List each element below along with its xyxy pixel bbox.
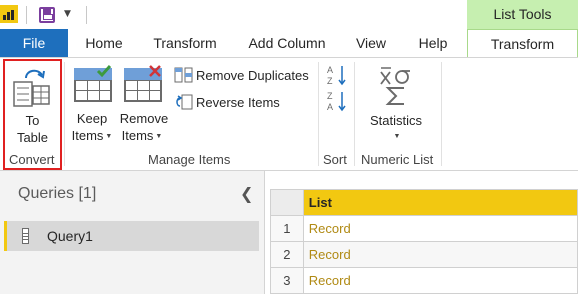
customize-quick-access-dropdown-icon[interactable]: ▼ [64, 9, 71, 19]
table-row: 1 Record [270, 215, 578, 242]
group-separator [441, 62, 442, 166]
sort-group-label: Sort [323, 152, 347, 167]
reverse-items-button[interactable]: Reverse Items [172, 93, 282, 113]
chevron-down-icon: ▼ [155, 133, 163, 141]
statistics-button[interactable]: Statistics ▼ [364, 60, 428, 146]
sort-descending-icon: Z A [327, 91, 346, 112]
row-number-header[interactable] [270, 189, 304, 216]
ribbon-tabs: File Home Transform Add Column View Help… [0, 29, 578, 58]
data-preview-grid: List 1 Record 2 Record 3 Record [264, 171, 578, 294]
column-header-list[interactable]: List [302, 189, 578, 216]
svg-text:A: A [327, 102, 333, 112]
numeric-list-group-label: Numeric List [361, 152, 434, 167]
tab-help[interactable]: Help [410, 29, 456, 57]
svg-text:Z: Z [327, 76, 333, 86]
tab-add-column[interactable]: Add Column [240, 29, 334, 57]
keep-items-label-line1: Keep [76, 111, 108, 126]
checkmark-icon [96, 65, 112, 78]
power-bi-app-icon [0, 5, 18, 23]
ribbon: To Table Convert Keep Items ▼ Remove Item… [0, 57, 578, 171]
row-number: 3 [270, 267, 304, 294]
chevron-down-icon: ▼ [105, 133, 113, 141]
tab-file[interactable]: File [0, 29, 68, 57]
quick-access-separator [26, 6, 27, 24]
query-label: Query1 [47, 228, 93, 244]
row-number: 1 [270, 215, 304, 242]
remove-duplicates-button[interactable]: Remove Duplicates [172, 66, 312, 86]
queries-pane: Queries [1] ❮ Query1 [0, 171, 264, 294]
query-list-icon [22, 228, 29, 244]
group-separator [354, 62, 355, 166]
chevron-down-icon: ▼ [393, 133, 401, 141]
list-table: List 1 Record 2 Record 3 Record [270, 189, 578, 294]
save-icon[interactable] [39, 7, 55, 23]
record-link[interactable]: Record [302, 215, 578, 242]
remove-duplicates-label: Remove Duplicates [196, 68, 309, 83]
group-separator [64, 62, 65, 166]
remove-x-icon [149, 65, 161, 77]
remove-items-label-line2-wrap: Items ▼ [118, 127, 166, 145]
keep-items-label-line2: Items [71, 128, 104, 143]
table-row: 3 Record [270, 267, 578, 294]
remove-duplicates-icon [174, 67, 193, 83]
queries-pane-title: Queries [1] [18, 185, 97, 202]
tab-transform[interactable]: Transform [146, 29, 224, 57]
keep-items-button[interactable]: Keep Items ▼ [70, 60, 116, 146]
reverse-items-label: Reverse Items [196, 95, 280, 110]
sort-descending-button[interactable]: Z A [326, 90, 348, 112]
keep-items-label-line2-wrap: Items ▼ [70, 127, 114, 145]
manage-items-group-label: Manage Items [148, 152, 231, 167]
query-list-item[interactable]: Query1 [4, 221, 259, 251]
row-number: 2 [270, 241, 304, 268]
svg-text:Z: Z [327, 91, 333, 101]
tab-list-transform[interactable]: Transform [467, 29, 578, 58]
record-link[interactable]: Record [302, 267, 578, 294]
sort-ascending-icon: A Z [327, 65, 346, 86]
quick-access-separator [86, 6, 87, 24]
statistics-sigma-icon [380, 67, 410, 105]
remove-items-label-line2: Items [121, 128, 154, 143]
table-row: 2 Record [270, 241, 578, 268]
remove-items-button[interactable]: Remove Items ▼ [118, 60, 170, 146]
svg-text:A: A [327, 65, 333, 75]
tab-home[interactable]: Home [76, 29, 132, 57]
list-tools-context-header: List Tools [467, 0, 578, 29]
collapse-pane-chevron-left-icon[interactable]: ❮ [240, 184, 253, 203]
highlight-box [3, 59, 62, 170]
remove-items-label-line1: Remove [119, 111, 169, 126]
sort-ascending-button[interactable]: A Z [326, 64, 348, 86]
record-link[interactable]: Record [302, 241, 578, 268]
tab-view[interactable]: View [350, 29, 392, 57]
title-bar: ▼ List Tools [0, 0, 578, 29]
reverse-items-icon [176, 94, 193, 110]
group-separator [318, 62, 319, 166]
